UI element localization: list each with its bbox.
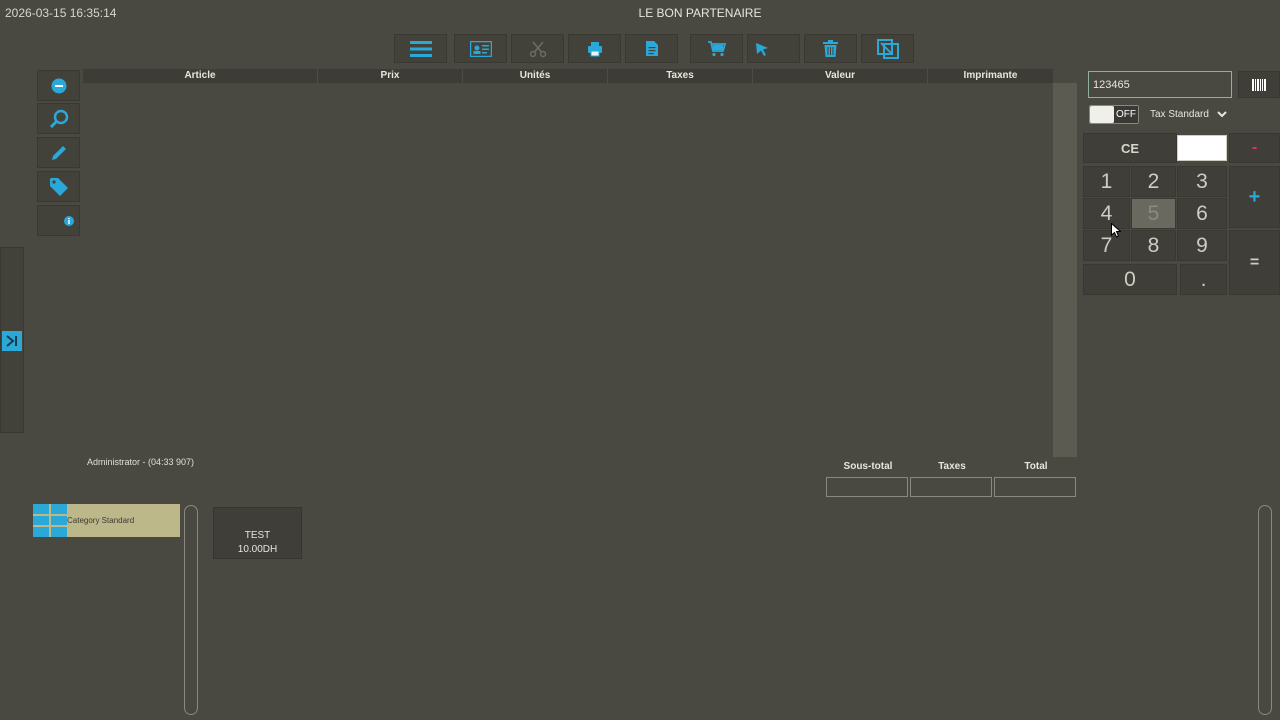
subtotal-label: Sous-total [843, 461, 893, 472]
transfer-icon [876, 38, 899, 59]
product-button[interactable]: TEST 10.00DH [213, 507, 302, 559]
toggle-knob [1090, 106, 1114, 123]
clear-entry-key[interactable]: CE [1083, 133, 1177, 163]
app-title: LE BON PARTENAIRE [638, 6, 762, 20]
minus-key[interactable]: - [1229, 133, 1280, 163]
split-button[interactable] [511, 34, 564, 63]
remove-line-button[interactable] [37, 70, 80, 101]
cart-button[interactable] [690, 34, 743, 63]
pick-button[interactable] [747, 34, 800, 63]
ticket-scrollbar[interactable] [1053, 83, 1077, 457]
product-price: 10.00DH [237, 544, 278, 555]
info-icon [64, 215, 74, 226]
document-icon [645, 41, 658, 56]
category-grid-icon [33, 504, 67, 537]
total-label: Total [1024, 461, 1048, 472]
column-header-taxes: Taxes [608, 69, 753, 83]
key-3[interactable]: 3 [1177, 166, 1227, 197]
column-header-price: Prix [318, 69, 463, 83]
pencil-icon [51, 145, 66, 160]
key-2[interactable]: 2 [1131, 166, 1176, 197]
ticket-header: Article Prix Unités Taxes Valeur Imprima… [83, 69, 1053, 83]
search-button[interactable] [37, 103, 80, 134]
key-decimal[interactable]: . [1180, 264, 1227, 295]
category-label: Category Standard [67, 516, 135, 525]
id-card-icon [469, 40, 492, 57]
collapse-icon [6, 335, 17, 347]
printer-icon [587, 41, 602, 56]
key-9[interactable]: 9 [1177, 230, 1227, 261]
total-value [994, 477, 1076, 497]
equals-key[interactable]: = [1229, 230, 1280, 295]
tag-icon [49, 177, 68, 196]
tax-select[interactable]: Tax Standard [1146, 105, 1230, 124]
product-name: TEST [244, 530, 271, 541]
info-button[interactable] [37, 205, 80, 236]
keypad-display [1177, 135, 1227, 161]
customer-card-button[interactable] [454, 34, 507, 63]
key-4[interactable]: 4 [1083, 198, 1130, 229]
toggle-state-label: OFF [1114, 106, 1138, 123]
product-scrollbar[interactable] [1258, 505, 1272, 715]
document-button[interactable] [625, 34, 678, 63]
taxes-value [910, 477, 992, 497]
barcode-button[interactable] [1238, 71, 1280, 98]
key-7[interactable]: 7 [1083, 230, 1130, 261]
key-0[interactable]: 0 [1083, 264, 1177, 295]
subtotal-value [826, 477, 908, 497]
scissors-icon [529, 40, 546, 57]
minus-circle-icon [51, 78, 66, 93]
key-5[interactable]: 5 [1131, 198, 1176, 229]
collapse-panel-button[interactable] [2, 331, 22, 351]
menu-button[interactable] [394, 34, 447, 63]
hamburger-icon [409, 40, 432, 57]
key-1[interactable]: 1 [1083, 166, 1130, 197]
key-8[interactable]: 8 [1131, 230, 1176, 261]
tax-toggle[interactable]: OFF [1089, 105, 1139, 124]
delete-button[interactable] [804, 34, 857, 63]
transfer-button[interactable] [861, 34, 914, 63]
category-scrollbar[interactable] [184, 505, 198, 715]
ticket-lines[interactable] [83, 83, 1053, 457]
plus-key[interactable]: + [1229, 166, 1280, 228]
print-button[interactable] [568, 34, 621, 63]
discount-button[interactable] [37, 171, 80, 202]
cart-icon [707, 40, 726, 56]
magnifier-icon [49, 109, 68, 128]
column-header-value: Valeur [753, 69, 928, 83]
barcode-icon [1252, 78, 1266, 91]
mouse-cursor-icon [1111, 222, 1122, 243]
edit-button[interactable] [37, 137, 80, 168]
column-header-article: Article [83, 69, 318, 83]
user-info: Administrator - (04:33 907) [87, 457, 195, 467]
category-item[interactable]: Category Standard [33, 504, 180, 537]
key-6[interactable]: 6 [1177, 198, 1227, 229]
column-header-units: Unités [463, 69, 608, 83]
pointer-icon [756, 42, 768, 56]
trash-icon [823, 40, 838, 57]
taxes-label: Taxes [938, 461, 966, 472]
barcode-input[interactable] [1088, 71, 1232, 98]
column-header-printer: Imprimante [963, 70, 1018, 81]
